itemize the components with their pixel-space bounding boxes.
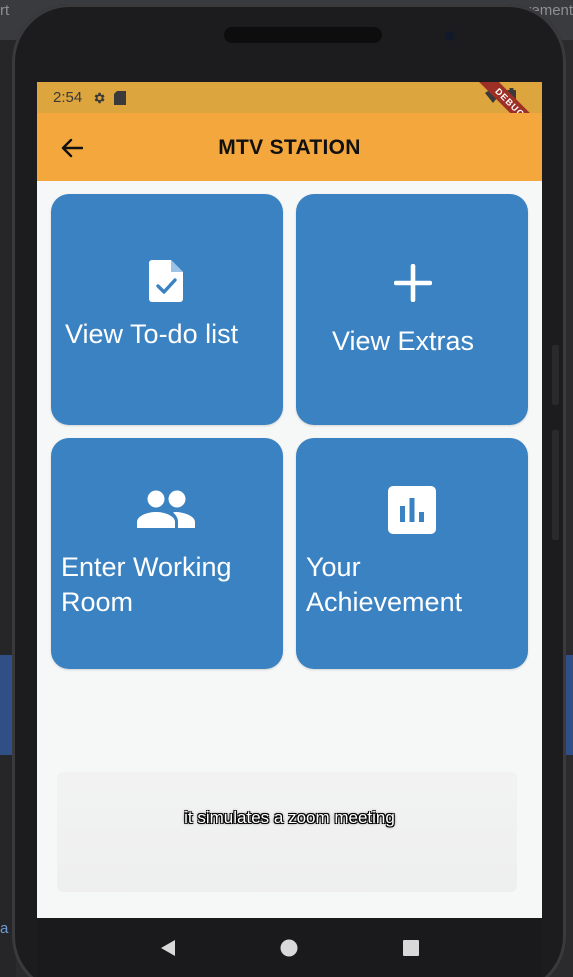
phone-speaker [224, 27, 382, 43]
your-achievement-card[interactable]: Your Achievement [296, 438, 528, 669]
power-button[interactable] [552, 430, 559, 540]
triangle-back-icon [160, 939, 175, 956]
card-label: Enter Working Room [61, 552, 232, 617]
view-extras-card[interactable]: View Extras [296, 194, 528, 425]
page-title: MTV STATION [218, 136, 361, 159]
video-caption: it simulates a zoom meeting [184, 808, 395, 827]
ide-tab-text[interactable]: rt [0, 2, 9, 19]
card-label: View Extras [332, 326, 475, 356]
nav-back-button[interactable] [156, 936, 180, 960]
app-bar: MTV STATION [37, 113, 542, 181]
android-nav-bar [37, 918, 542, 977]
card-label: View To-do list [65, 319, 239, 349]
task-document-icon [149, 260, 183, 307]
view-todo-list-card[interactable]: View To-do list [51, 194, 283, 425]
volume-button[interactable] [552, 345, 559, 405]
nav-home-button[interactable] [277, 936, 301, 960]
sd-card-icon [114, 90, 127, 105]
settings-gear-icon [92, 91, 106, 105]
plus-icon [393, 263, 433, 307]
card-label: Your Achievement [306, 552, 463, 617]
people-icon [137, 490, 195, 533]
square-recents-icon [403, 939, 420, 956]
status-time: 2:54 [53, 89, 83, 106]
phone-screen: 2:54 DEBUG MTV STATION View To-do list V… [37, 82, 542, 918]
background-video-overlay [57, 772, 517, 892]
bar-chart-icon [388, 486, 436, 539]
phone-camera [445, 31, 455, 41]
enter-working-room-card[interactable]: Enter Working Room [51, 438, 283, 669]
ide-left-text: a [0, 920, 9, 937]
circle-home-icon [280, 939, 298, 956]
status-bar: 2:54 DEBUG [37, 82, 542, 151]
nav-recents-button[interactable] [399, 936, 423, 960]
